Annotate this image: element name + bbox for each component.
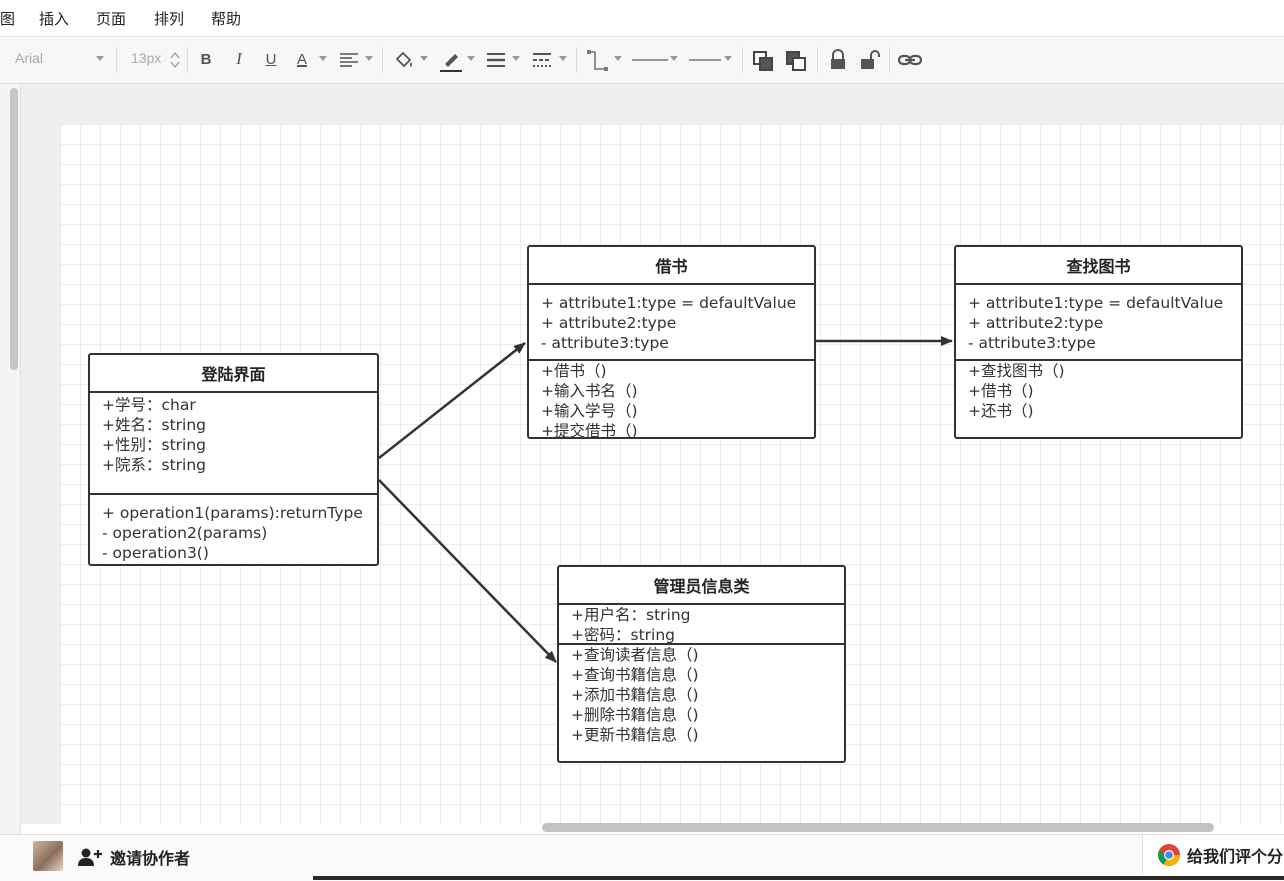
attributes-section: + attribute1:type = defaultValue + attri… xyxy=(529,285,814,361)
chevron-down-icon xyxy=(512,56,520,61)
uml-class-borrow[interactable]: 借书 + attribute1:type = defaultValue + at… xyxy=(527,245,816,441)
bold-button[interactable]: B xyxy=(195,48,217,70)
rate-label: 给我们评个分 xyxy=(1187,847,1284,866)
operations-section: + operation1(params):returnType - operat… xyxy=(90,495,377,563)
toolbar-divider xyxy=(889,47,890,73)
chevron-down-icon xyxy=(96,56,104,61)
toolbar-divider xyxy=(576,47,577,73)
avatar[interactable] xyxy=(33,841,63,871)
chevron-down-icon xyxy=(559,56,567,61)
toolbar-divider xyxy=(116,47,117,73)
class-title: 查找图书 xyxy=(956,247,1241,285)
operation-line: +删除书籍信息（) xyxy=(571,706,699,724)
operations-section: +查询读者信息（) +查询书籍信息（) +添加书籍信息（) +删除书籍信息（) … xyxy=(559,645,844,745)
operation-line: +借书（) xyxy=(541,362,607,380)
operation-line: + operation1(params):returnType xyxy=(102,504,363,522)
chevron-down-icon xyxy=(724,56,732,61)
toolbar-divider xyxy=(742,47,743,73)
operation-line: +更新书籍信息（) xyxy=(571,726,699,744)
class-title: 登陆界面 xyxy=(90,355,377,393)
attribute-line: + attribute1:type = defaultValue xyxy=(541,294,797,312)
stepper-icon[interactable] xyxy=(170,51,180,69)
menu-diagram[interactable]: 图 xyxy=(0,8,15,29)
line-color-icon[interactable] xyxy=(439,49,463,73)
link-icon[interactable] xyxy=(898,52,922,68)
attribute-line: + attribute2:type xyxy=(541,314,677,332)
chevron-down-icon xyxy=(614,56,622,61)
operation-line: +输入书名（) xyxy=(541,382,638,400)
chevron-down-icon xyxy=(319,56,327,61)
attributes-section: +学号：char +姓名：string +性别：string +院系：strin… xyxy=(90,393,377,495)
toolbar-divider xyxy=(817,47,818,73)
line-end-icon[interactable] xyxy=(689,58,721,62)
bring-to-front-icon[interactable] xyxy=(752,50,774,72)
invite-collaborator-button[interactable]: 邀请协作者 xyxy=(78,845,190,869)
align-icon[interactable] xyxy=(339,52,359,68)
line-start-icon[interactable] xyxy=(632,58,668,62)
font-family-select[interactable]: Arial xyxy=(15,50,43,66)
attribute-line: - attribute3:type xyxy=(541,334,669,352)
operations-section: +查找图书（) +借书（) +还书（) xyxy=(956,361,1241,421)
italic-button[interactable]: I xyxy=(228,48,250,70)
font-color-button[interactable]: A xyxy=(291,48,313,70)
operation-line: +提交借书（) xyxy=(541,422,638,440)
format-toolbar: Arial 13px B I U A xyxy=(0,37,1284,84)
attribute-line: +学号：char xyxy=(102,396,196,414)
horizontal-scrollbar[interactable] xyxy=(542,823,1214,832)
attribute-line: +院系：string xyxy=(102,456,206,474)
class-title: 借书 xyxy=(529,247,814,285)
operation-line: +输入学号（) xyxy=(541,402,638,420)
operation-line: +查找图书（) xyxy=(968,362,1065,380)
attribute-line: +姓名：string xyxy=(102,416,206,434)
vertical-scrollbar[interactable] xyxy=(10,88,18,370)
attribute-line: +性别：string xyxy=(102,436,206,454)
attributes-section: +用户名：string +密码：string xyxy=(559,605,844,645)
bottom-bar xyxy=(0,834,1284,881)
dash-style-icon[interactable] xyxy=(532,51,552,69)
attribute-line: +用户名：string xyxy=(571,606,691,624)
toolbar-divider xyxy=(382,47,383,73)
chevron-down-icon xyxy=(420,56,428,61)
invite-label: 邀请协作者 xyxy=(110,849,191,868)
menu-insert[interactable]: 插入 xyxy=(39,8,69,29)
send-to-back-icon[interactable] xyxy=(785,50,807,72)
rate-us-button[interactable]: 给我们评个分 xyxy=(1142,835,1284,875)
attribute-line: - attribute3:type xyxy=(968,334,1096,352)
chevron-down-icon xyxy=(467,56,475,61)
lock-icon[interactable] xyxy=(828,49,848,71)
add-user-icon xyxy=(78,848,102,866)
attribute-line: + attribute1:type = defaultValue xyxy=(968,294,1224,312)
underline-button[interactable]: U xyxy=(260,48,282,70)
chevron-down-icon xyxy=(670,56,678,61)
line-width-icon[interactable] xyxy=(486,51,506,69)
attribute-line: + attribute2:type xyxy=(968,314,1104,332)
fill-color-icon[interactable] xyxy=(393,49,415,71)
uml-class-login[interactable]: 登陆界面 +学号：char +姓名：string +性别：string +院系：… xyxy=(88,353,379,566)
font-size-input[interactable]: 13px xyxy=(131,50,161,66)
operation-line: +还书（) xyxy=(968,402,1034,420)
operations-section: +借书（) +输入书名（) +输入学号（) +提交借书（) xyxy=(529,361,814,441)
operation-line: +添加书籍信息（) xyxy=(571,686,699,704)
attributes-section: + attribute1:type = defaultValue + attri… xyxy=(956,285,1241,361)
attribute-line: +密码：string xyxy=(571,626,675,644)
menu-bar: 图 插入 页面 排列 帮助 xyxy=(0,0,1284,37)
uml-class-admin-info[interactable]: 管理员信息类 +用户名：string +密码：string +查询读者信息（) … xyxy=(557,565,846,763)
menu-page[interactable]: 页面 xyxy=(96,8,126,29)
operation-line: +借书（) xyxy=(968,382,1034,400)
menu-arrange[interactable]: 排列 xyxy=(154,8,184,29)
unlock-icon[interactable] xyxy=(858,49,880,71)
taskbar-edge xyxy=(313,876,1284,880)
uml-class-search-book[interactable]: 查找图书 + attribute1:type = defaultValue + … xyxy=(954,245,1243,439)
toolbar-divider xyxy=(187,47,188,73)
operation-line: +查询书籍信息（) xyxy=(571,666,699,684)
operation-line: +查询读者信息（) xyxy=(571,646,699,664)
chevron-down-icon xyxy=(365,56,373,61)
connector-icon[interactable] xyxy=(586,49,610,73)
operation-line: - operation3() xyxy=(102,544,209,562)
menu-help[interactable]: 帮助 xyxy=(211,8,241,29)
operation-line: - operation2(params) xyxy=(102,524,268,542)
chrome-icon xyxy=(1158,844,1180,866)
class-title: 管理员信息类 xyxy=(559,567,844,605)
